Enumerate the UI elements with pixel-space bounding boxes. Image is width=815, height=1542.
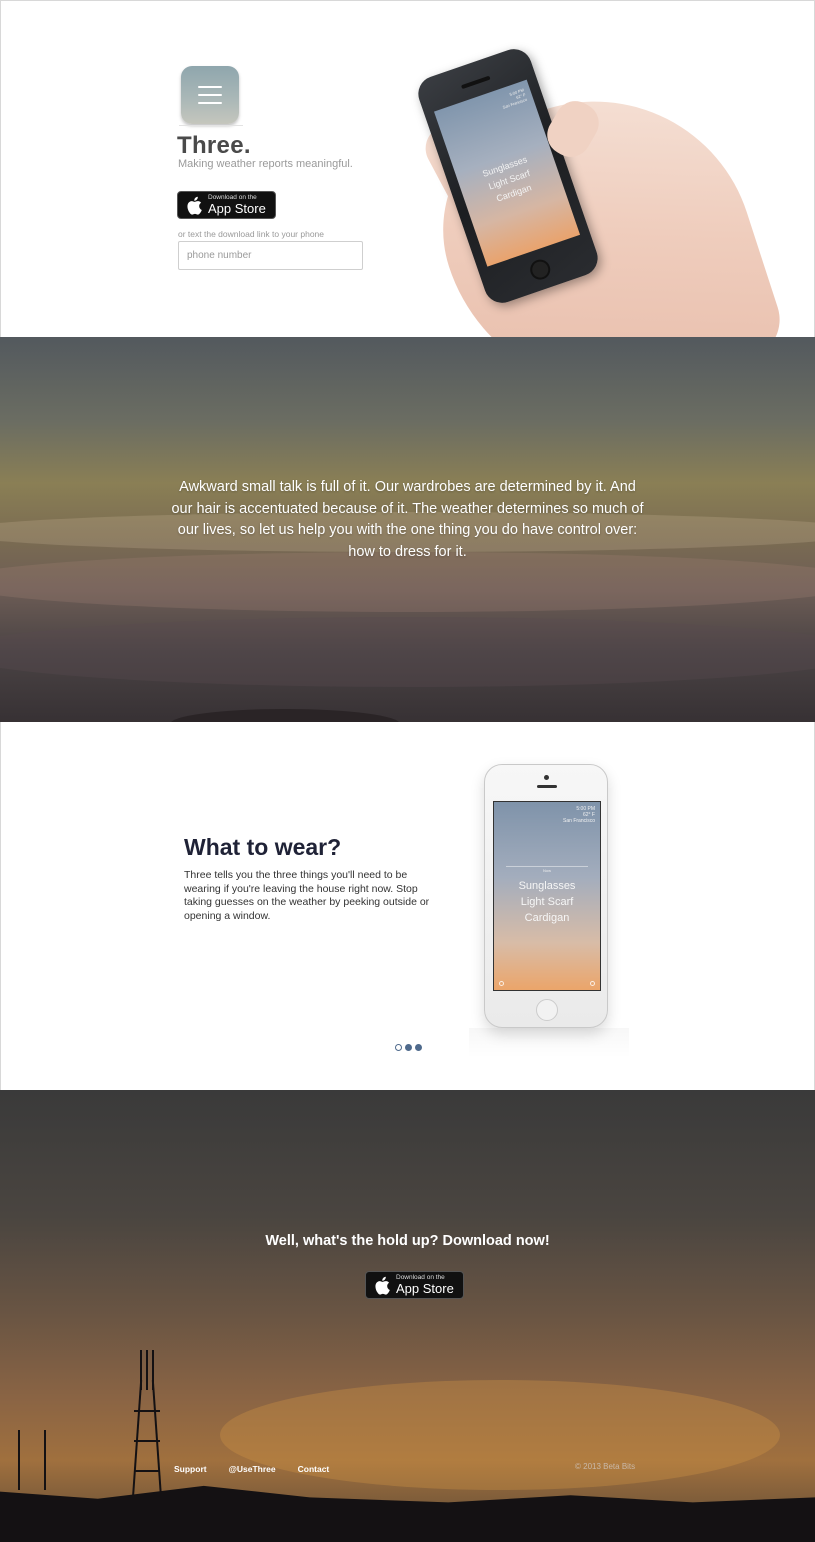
- cloud-layer: [0, 617, 815, 687]
- footer-link-support[interactable]: Support: [174, 1464, 207, 1474]
- antenna-silhouette: [18, 1430, 20, 1490]
- app-store-label: App Store: [396, 1281, 454, 1297]
- outfit-item: Light Scarf: [520, 896, 574, 908]
- home-button-icon: [527, 256, 553, 283]
- app-store-label: App Store: [208, 201, 266, 217]
- carousel-dot[interactable]: [395, 1044, 402, 1051]
- feature-phone-weather: 5:00 PM 62° F San Francisco: [563, 806, 595, 824]
- outfit-item: Sunglasses: [518, 880, 576, 892]
- feature-phone: 5:00 PM 62° F San Francisco Now Sunglass…: [484, 764, 608, 1028]
- feature-description: Three tells you the three things you'll …: [184, 869, 430, 922]
- app-store-button-footer[interactable]: Download on the App Store: [365, 1271, 464, 1299]
- intro-section: Awkward small talk is full of it. Our wa…: [0, 337, 815, 722]
- intro-text: Awkward small talk is full of it. Our wa…: [171, 479, 644, 560]
- hero-phone-weather: 5:00 PM 62° F San Francisco: [499, 87, 528, 110]
- cta-title: Well, what's the hold up? Download now!: [265, 1233, 550, 1249]
- phone-reflection: [469, 1028, 629, 1058]
- download-section: Well, what's the hold up? Download now! …: [0, 1090, 815, 1542]
- hero-phone-city: San Francisco: [502, 96, 528, 110]
- phone-number-input[interactable]: [178, 241, 363, 270]
- antenna-silhouette: [44, 1430, 46, 1490]
- outfit-item: Cardigan: [524, 912, 570, 924]
- footer-link-twitter[interactable]: @UseThree: [229, 1464, 276, 1474]
- app-store-button[interactable]: Download on the App Store: [177, 191, 276, 219]
- feature-section: What to wear? Three tells you the three …: [0, 722, 815, 1090]
- phone-speaker: [537, 785, 557, 788]
- brand-tagline: Making weather reports meaningful.: [178, 158, 353, 170]
- phone-in-hand-image: 5:00 PM 62° F San Francisco Sunglasses L…: [411, 44, 791, 337]
- feature-title: What to wear?: [184, 834, 342, 860]
- feature-phone-screen: 5:00 PM 62° F San Francisco Now Sunglass…: [493, 801, 601, 991]
- sms-hint: or text the download link to your phone: [178, 229, 325, 239]
- refresh-icon: [590, 981, 595, 986]
- screen-divider: [506, 866, 588, 867]
- radio-tower-silhouette: [130, 1350, 164, 1500]
- footer-link-contact[interactable]: Contact: [298, 1464, 330, 1474]
- apple-icon: [187, 196, 202, 215]
- phone-speaker: [460, 75, 491, 90]
- camera-icon: [544, 775, 549, 780]
- carousel-dots: [395, 1044, 422, 1051]
- carousel-dot[interactable]: [415, 1044, 422, 1051]
- app-logo-icon: [181, 66, 239, 124]
- apple-icon: [375, 1276, 390, 1295]
- brand-title: Three.: [177, 132, 251, 159]
- now-label: Now: [542, 868, 551, 873]
- copyright: © 2013 Beta Bits: [575, 1462, 636, 1471]
- footer-nav: Support @UseThree Contact: [174, 1464, 329, 1474]
- home-button-icon: [536, 999, 558, 1021]
- hill-silhouette: [170, 709, 400, 722]
- carousel-dot[interactable]: [405, 1044, 412, 1051]
- hero-section: Three. Making weather reports meaningful…: [0, 0, 815, 337]
- logo-divider: [179, 125, 243, 126]
- settings-icon: [499, 981, 504, 986]
- feature-phone-city: San Francisco: [563, 818, 595, 824]
